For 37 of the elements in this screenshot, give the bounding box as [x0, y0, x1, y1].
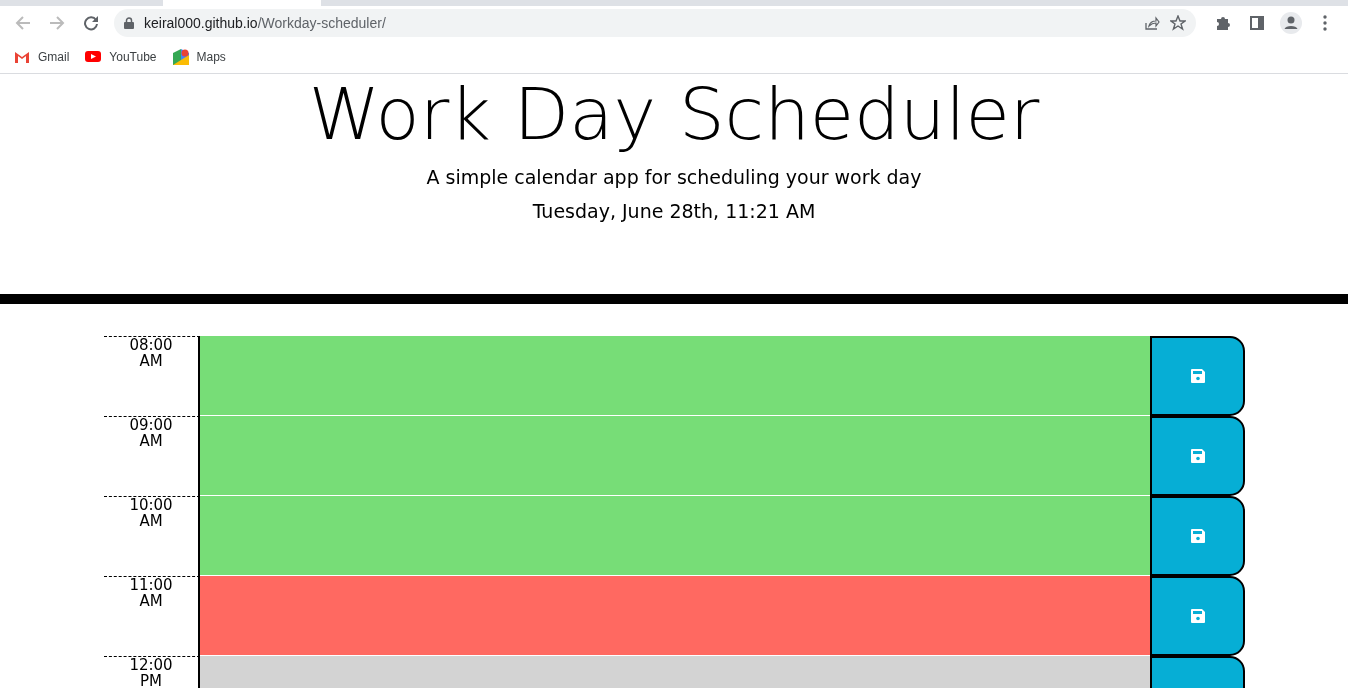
event-input[interactable]	[200, 416, 1150, 496]
save-button[interactable]	[1150, 416, 1245, 496]
hour-text: 11:00	[129, 577, 173, 593]
map-pin-icon	[172, 48, 189, 65]
star-icon[interactable]	[1170, 15, 1186, 31]
share-icon[interactable]	[1144, 15, 1160, 31]
page-subtitle: A simple calendar app for scheduling your work day	[426, 166, 922, 188]
bookmark-link[interactable]: Maps	[172, 48, 226, 65]
save-icon	[1190, 529, 1205, 543]
address-bar[interactable]: keiral000.github.io/Workday-scheduler/	[114, 9, 1196, 37]
hour-text: 12:00	[129, 657, 173, 673]
current-day: Tuesday, June 28th, 11:21 AM	[532, 200, 816, 222]
url-text: keiral000.github.io/Workday-scheduler/	[144, 15, 386, 31]
period-text: PM	[140, 673, 162, 688]
play-icon	[85, 51, 102, 62]
event-input[interactable]	[200, 576, 1150, 656]
period-text: AM	[139, 433, 163, 449]
mail-icon	[14, 50, 30, 63]
event-input[interactable]	[200, 336, 1150, 416]
bookmark-link[interactable]: Gmail	[14, 49, 70, 64]
hour-text: 10:00	[129, 497, 173, 513]
save-button[interactable]	[1150, 496, 1245, 576]
lock-icon	[124, 17, 134, 29]
period-text: AM	[139, 593, 163, 609]
save-icon	[1190, 609, 1205, 623]
bookmark-link[interactable]: YouTube	[85, 49, 157, 64]
save-button[interactable]	[1150, 336, 1245, 416]
save-icon	[1190, 449, 1205, 463]
reload-icon[interactable]	[83, 15, 99, 31]
period-text: AM	[139, 353, 163, 369]
hour-text: 09:00	[129, 417, 173, 433]
hour-text: 08:00	[129, 337, 173, 353]
save-button[interactable]	[1150, 576, 1245, 656]
page-title: Work Day Scheduler	[308, 78, 1040, 150]
event-input[interactable]	[200, 496, 1150, 576]
save-icon	[1190, 369, 1205, 383]
period-text: AM	[139, 513, 163, 529]
